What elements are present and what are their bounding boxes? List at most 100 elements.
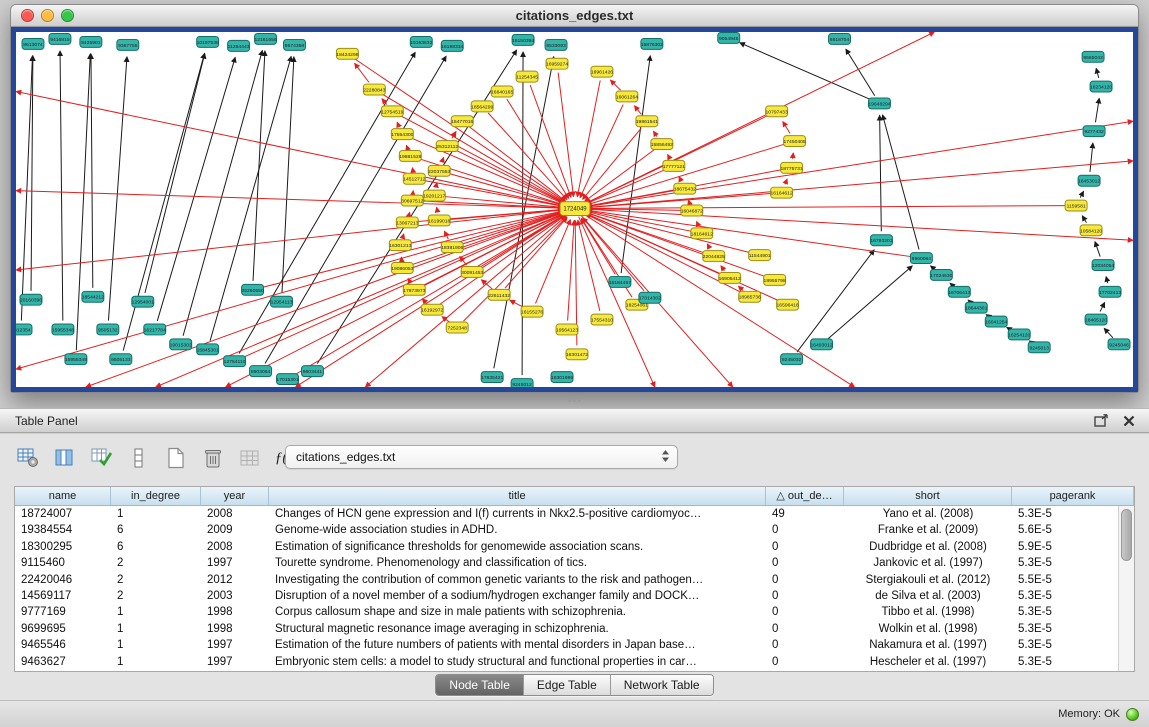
graph-node[interactable]: 22044825: [703, 251, 725, 262]
graph-node[interactable]: 15184457: [609, 276, 631, 287]
graph-node[interactable]: 1159581: [1065, 200, 1087, 211]
graph-node[interactable]: 16301986: [551, 372, 573, 383]
close-window-button[interactable]: [21, 9, 34, 22]
column-header-2[interactable]: year: [201, 487, 269, 506]
graph-node[interactable]: 16596416: [777, 299, 799, 310]
graph-node[interactable]: 9245012: [511, 379, 533, 387]
graph-node[interactable]: 9425901: [80, 36, 102, 47]
graph-node[interactable]: 9245046: [1108, 339, 1130, 350]
graph-node[interactable]: 18775731: [781, 162, 803, 173]
graph-node[interactable]: 15876302: [641, 38, 663, 49]
graph-node[interactable]: 19564123: [556, 324, 578, 335]
table-row[interactable]: 1872400712008Changes of HCN gene express…: [15, 506, 1118, 522]
graph-node[interactable]: 19881528: [399, 150, 421, 161]
graph-node[interactable]: 17635421: [481, 372, 503, 383]
graph-node[interactable]: 16706413: [948, 286, 970, 297]
panel-splitter[interactable]: [560, 396, 588, 404]
graph-node[interactable]: 18424299: [336, 48, 358, 59]
graph-node[interactable]: 19015302: [170, 339, 192, 350]
graph-node[interactable]: 9367755: [117, 39, 139, 50]
graph-node[interactable]: 15955349: [65, 354, 87, 365]
graph-node[interactable]: 9277432: [1083, 126, 1105, 137]
graph-node[interactable]: 9505132: [97, 324, 119, 335]
graph-node[interactable]: 25260550: [241, 284, 263, 295]
tab-network-table[interactable]: Network Table: [611, 675, 713, 695]
graph-node[interactable]: 9245013: [1028, 342, 1050, 353]
graph-node[interactable]: 11544901: [749, 250, 771, 261]
graph-node[interactable]: 17554300: [391, 129, 413, 140]
table-row[interactable]: 911546021997Tourette syndrome. Phenomeno…: [15, 555, 1118, 571]
table-settings-icon[interactable]: [16, 446, 40, 470]
graph-node[interactable]: 17554310: [591, 314, 613, 325]
show-columns-icon[interactable]: [53, 446, 77, 470]
table-row[interactable]: 2242004622012Investigating the contribut…: [15, 572, 1118, 588]
graph-node[interactable]: 9054946: [718, 32, 740, 43]
graph-node[interactable]: 17777121: [663, 160, 685, 171]
graph-node[interactable]: 12754110: [224, 356, 246, 367]
graph-node[interactable]: 16453012: [1078, 175, 1100, 186]
graph-hub-node[interactable]: 1724049: [560, 202, 590, 216]
import-table-icon[interactable]: [238, 446, 262, 470]
graph-node[interactable]: 16477016: [451, 116, 473, 127]
tab-node-table[interactable]: Node Table: [436, 675, 524, 695]
graph-node[interactable]: 9603441: [301, 366, 323, 377]
graph-node[interactable]: 12754519: [381, 106, 403, 117]
graph-node[interactable]: 8903064: [250, 366, 272, 377]
graph-node[interactable]: 8960064: [910, 253, 932, 264]
graph-node[interactable]: 15856492: [651, 139, 673, 150]
zoom-window-button[interactable]: [61, 9, 74, 22]
graph-node[interactable]: 10197538: [197, 36, 219, 47]
float-panel-icon[interactable]: [1094, 414, 1109, 427]
graph-node[interactable]: 25312112: [436, 141, 458, 152]
column-header-5[interactable]: short: [844, 487, 1012, 506]
graph-node[interactable]: 16199018: [428, 215, 450, 226]
graph-node[interactable]: 8533093: [545, 39, 567, 50]
graph-node[interactable]: 19861541: [636, 116, 658, 127]
table-row[interactable]: 946554611997Estimation of the future num…: [15, 637, 1118, 653]
graph-node[interactable]: 15955348: [52, 324, 74, 335]
graph-node[interactable]: 18955798: [764, 274, 786, 285]
graph-node[interactable]: 19086053: [391, 263, 413, 274]
graph-node[interactable]: 11254443: [228, 40, 250, 51]
graph-node[interactable]: 22611432: [488, 289, 510, 300]
graph-node[interactable]: 11254345: [516, 71, 538, 82]
rows-icon[interactable]: [127, 446, 151, 470]
minimize-window-button[interactable]: [41, 9, 54, 22]
graph-node[interactable]: 16217704: [144, 324, 166, 335]
column-header-0[interactable]: name: [15, 487, 111, 506]
table-row[interactable]: 977716911998Corpus callosum shape and si…: [15, 604, 1118, 620]
graph-node[interactable]: 16793201: [870, 235, 892, 246]
graph-node[interactable]: 16301213: [389, 240, 411, 251]
graph-node[interactable]: 9245032: [781, 354, 803, 365]
window-titlebar[interactable]: citations_edges.txt: [11, 5, 1138, 27]
graph-node[interactable]: 9505133: [110, 354, 132, 365]
graph-node[interactable]: 17024530: [930, 269, 952, 280]
graph-node[interactable]: 15163632: [410, 36, 432, 47]
table-source-dropdown[interactable]: citations_edges.txt: [285, 445, 678, 469]
graph-node[interactable]: 9565043: [1082, 51, 1104, 62]
graph-node[interactable]: 19201217: [423, 190, 445, 201]
graph-node[interactable]: 16041254: [985, 316, 1007, 327]
graph-node[interactable]: 16640165: [491, 86, 513, 97]
graph-node[interactable]: 13067213: [396, 217, 418, 228]
graph-node[interactable]: 12954113: [271, 296, 293, 307]
graph-node[interactable]: 16046872: [681, 205, 703, 216]
graph-node[interactable]: 16198334: [441, 40, 463, 51]
close-panel-icon[interactable]: [1123, 415, 1135, 427]
table-row[interactable]: 1938455462009Genome-wide association stu…: [15, 522, 1118, 538]
graph-node[interactable]: 7252348: [446, 322, 468, 333]
new-file-icon[interactable]: [164, 446, 188, 470]
graph-node[interactable]: 16301472: [566, 349, 588, 360]
apply-table-style-icon[interactable]: [90, 446, 114, 470]
graph-node[interactable]: 17450405: [784, 136, 806, 147]
graph-node[interactable]: 16959274: [546, 58, 568, 69]
column-header-1[interactable]: in_degree: [111, 487, 201, 506]
graph-node[interactable]: 9416815: [49, 33, 71, 44]
graph-node[interactable]: 16905412: [719, 272, 741, 283]
column-header-3[interactable]: title: [269, 487, 766, 506]
graph-node[interactable]: 17702413: [1099, 286, 1121, 297]
graph-node[interactable]: 12034054: [1092, 260, 1114, 271]
graph-node[interactable]: 16192972: [421, 304, 443, 315]
column-header-4[interactable]: △ out_de…: [766, 487, 844, 506]
graph-node[interactable]: 30091453: [461, 267, 483, 278]
